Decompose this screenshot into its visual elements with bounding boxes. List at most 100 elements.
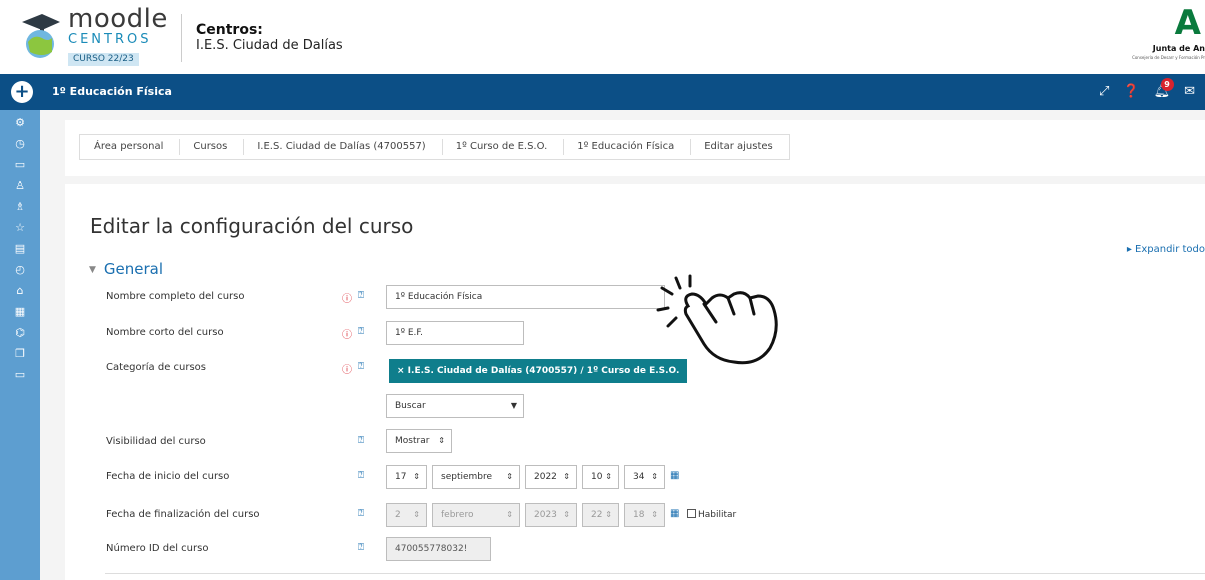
plus-icon[interactable]: + [11, 81, 33, 103]
end-enable-checkbox[interactable]: Habilitar [687, 509, 736, 520]
help-icon[interactable]: ⍰ [358, 542, 364, 553]
idnumber-input[interactable]: 470055778032! [386, 537, 491, 561]
fullscreen-icon[interactable]: ⤢ [1099, 82, 1109, 102]
category-tag[interactable]: × I.E.S. Ciudad de Dalías (4700557) / 1º… [389, 359, 688, 383]
category-search-label: Buscar [395, 401, 426, 411]
graduation-cap-logo-icon [22, 14, 60, 58]
updown-icon: ⇕ [651, 510, 658, 519]
clock-icon[interactable]: ◷ [0, 135, 40, 153]
centros-label: Centros: [196, 22, 263, 38]
navbar-actions: ⤢ ❓ 🔔︎ 9 ✉ [1099, 78, 1205, 102]
folder-icon[interactable]: ▭ [0, 366, 40, 384]
logo-sub: CENTROS [68, 32, 152, 47]
start-year-value: 2022 [534, 472, 557, 482]
end-minute-select[interactable]: 18 ⇕ [624, 503, 665, 527]
end-month-value: febrero [441, 510, 474, 520]
header-separator [181, 14, 182, 62]
end-month-select[interactable]: febrero ⇕ [432, 503, 520, 527]
updown-icon: ⇕ [605, 510, 612, 519]
expand-all-link[interactable]: ▸ Expandir todo [1127, 244, 1205, 255]
shortname-input[interactable]: 1º E.F. [386, 321, 524, 345]
moodle-logo[interactable]: moodle CENTROS CURSO 22/23 [68, 6, 168, 66]
updown-icon: ⇕ [438, 436, 445, 445]
centros-name: I.E.S. Ciudad de Dalías [196, 38, 343, 53]
fullname-input[interactable]: 1º Educación Física [386, 285, 665, 309]
breadcrumb-item[interactable]: I.E.S. Ciudad de Dalías (4700557) [243, 135, 444, 159]
fullname-label: Nombre completo del curso [106, 291, 245, 302]
visibility-value: Mostrar [395, 436, 430, 446]
help-icon[interactable]: ⍰ [358, 290, 364, 301]
breadcrumb-item[interactable]: 1º Curso de E.S.O. [442, 135, 564, 159]
help-icon[interactable]: ⍰ [358, 470, 364, 481]
start-date-label: Fecha de inicio del curso [106, 471, 230, 482]
visibility-label: Visibilidad del curso [106, 436, 206, 447]
updown-icon: ⇕ [506, 472, 513, 481]
course-title[interactable]: 1º Educación Física [52, 85, 172, 98]
gears-icon[interactable]: ⚙ [0, 114, 40, 132]
chevron-down-icon: ▼ [510, 401, 517, 410]
start-day-value: 17 [395, 472, 407, 482]
page-title: Editar la configuración del curso [90, 214, 414, 238]
end-day-select[interactable]: 2 ⇕ [386, 503, 427, 527]
end-date-label: Fecha de finalización del curso [106, 509, 260, 520]
start-year-select[interactable]: 2022 ⇕ [525, 465, 577, 489]
junta-mark-icon: A [1174, 3, 1201, 43]
help-icon[interactable]: ⍰ [358, 508, 364, 519]
logo-word: moodle [68, 4, 168, 34]
help-icon[interactable]: ❓ [1123, 82, 1139, 102]
section-general[interactable]: ▼ General [89, 260, 163, 278]
dashboard-icon[interactable]: ◴ [0, 261, 40, 279]
required-icon: ⓘ [342, 365, 352, 376]
calendar-icon[interactable]: ▦ [670, 470, 679, 481]
updown-icon: ⇕ [506, 510, 513, 519]
help-icon[interactable]: ⍰ [358, 435, 364, 446]
junta-logo[interactable]: A Junta de An Consejería de Desarr y For… [1132, 3, 1205, 70]
site-header: moodle CENTROS CURSO 22/23 Centros: I.E.… [0, 0, 1205, 74]
breadcrumb-panel: Área personal Cursos I.E.S. Ciudad de Da… [65, 120, 1205, 176]
start-minute-select[interactable]: 34 ⇕ [624, 465, 665, 489]
start-hour-select[interactable]: 10 ⇕ [582, 465, 619, 489]
users-icon[interactable]: ♙ [0, 177, 40, 195]
shortname-label: Nombre corto del curso [106, 327, 224, 338]
start-hour-value: 10 [591, 472, 603, 482]
updown-icon: ⇕ [605, 472, 612, 481]
start-minute-value: 34 [633, 472, 645, 482]
visibility-select[interactable]: Mostrar ⇕ [386, 429, 452, 453]
junta-text: Junta de An [1152, 44, 1205, 53]
end-minute-value: 18 [633, 510, 645, 520]
end-hour-select[interactable]: 22 ⇕ [582, 503, 619, 527]
breadcrumb: Área personal Cursos I.E.S. Ciudad de Da… [79, 134, 790, 160]
book-icon[interactable]: ▤ [0, 240, 40, 258]
start-month-select[interactable]: septiembre ⇕ [432, 465, 520, 489]
home-icon[interactable]: ⌂ [0, 282, 40, 300]
breadcrumb-item[interactable]: Área personal [80, 135, 181, 159]
envelope-icon[interactable]: ✉ [1184, 82, 1195, 102]
required-icon: ⓘ [342, 294, 352, 305]
category-search-select[interactable]: Buscar ▼ [386, 394, 524, 418]
calendar-icon[interactable]: ▦ [670, 508, 679, 519]
junta-sub: Consejería de Desarr y Formación Pr [1132, 55, 1205, 60]
help-icon[interactable]: ⍰ [358, 326, 364, 337]
breadcrumb-item[interactable]: 1º Educación Física [563, 135, 692, 159]
end-enable-label: Habilitar [698, 510, 737, 520]
pointing-hand-icon [656, 274, 778, 365]
end-year-select[interactable]: 2023 ⇕ [525, 503, 577, 527]
folder-icon[interactable]: ▭ [0, 156, 40, 174]
graduation-cap-icon[interactable]: ⌬ [0, 324, 40, 342]
start-month-value: septiembre [441, 472, 493, 482]
help-icon[interactable]: ⍰ [358, 361, 364, 372]
start-day-select[interactable]: 17 ⇕ [386, 465, 427, 489]
top-navbar: + 1º Educación Física ⤢ ❓ 🔔︎ 9 ✉ [0, 74, 1205, 110]
bell-icon[interactable]: 🔔︎ 9 [1154, 78, 1174, 102]
updown-icon: ⇕ [413, 472, 420, 481]
checkbox-icon [687, 509, 696, 518]
updown-icon: ⇕ [563, 510, 570, 519]
badge-icon[interactable]: ♗ [0, 198, 40, 216]
logo-year: CURSO 22/23 [68, 53, 139, 66]
main-content: Editar la configuración del curso ▸ Expa… [65, 184, 1205, 580]
updown-icon: ⇕ [563, 472, 570, 481]
calendar-icon[interactable]: ▦ [0, 303, 40, 321]
star-icon[interactable]: ☆ [0, 219, 40, 237]
files-icon[interactable]: ❐ [0, 345, 40, 363]
breadcrumb-item[interactable]: Cursos [179, 135, 245, 159]
